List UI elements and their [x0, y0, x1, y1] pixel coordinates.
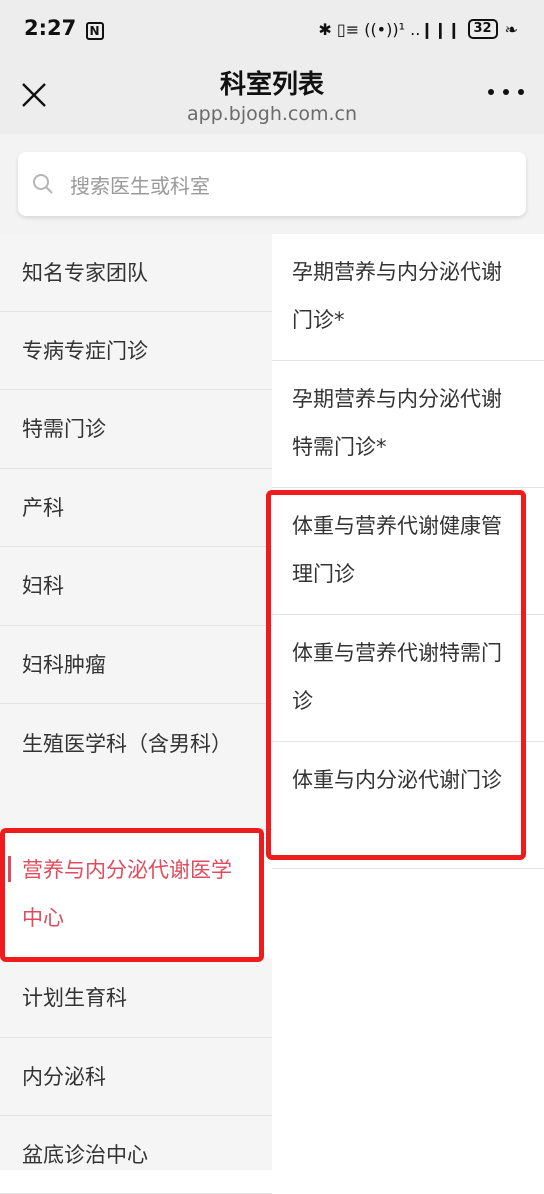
- department-label: 孕期营养与内分泌代谢特需门诊*: [292, 387, 502, 459]
- department-item[interactable]: 体重与营养代谢特需门诊: [272, 615, 544, 742]
- category-label: 专病专症门诊: [22, 339, 148, 363]
- category-item-reproductive[interactable]: 生殖医学科（含男科）: [0, 704, 272, 830]
- category-item-gyn-oncology[interactable]: 妇科肿瘤: [0, 626, 272, 704]
- department-label: 孕期营养与内分泌代谢门诊*: [292, 260, 502, 332]
- status-time: 2:27: [24, 16, 77, 40]
- notification-icon: N: [85, 22, 104, 40]
- category-item-pelvic-floor[interactable]: 盆底诊治中心: [0, 1116, 272, 1194]
- status-icons: ✱ ▯≡ ((•))¹ ..❙❙❙ 32 ❧: [318, 19, 518, 39]
- category-label: 特需门诊: [22, 417, 106, 441]
- active-indicator: [8, 856, 11, 882]
- department-item[interactable]: 体重与内分泌代谢门诊: [272, 742, 544, 869]
- category-label: 生殖医学科（含男科）: [22, 732, 232, 756]
- more-icon: [488, 89, 494, 95]
- category-item-famous-experts[interactable]: 知名专家团队: [0, 234, 272, 312]
- search-icon: [33, 174, 53, 194]
- category-label: 知名专家团队: [22, 261, 148, 285]
- department-list: 孕期营养与内分泌代谢门诊* 孕期营养与内分泌代谢特需门诊* 体重与营养代谢健康管…: [272, 234, 544, 1170]
- department-item[interactable]: 体重与营养代谢健康管理门诊: [272, 488, 544, 615]
- category-label: 计划生育科: [22, 986, 127, 1010]
- department-label: 体重与营养代谢特需门诊: [292, 641, 502, 713]
- more-button[interactable]: [488, 84, 524, 100]
- search-placeholder: 搜索医生或科室: [70, 174, 210, 198]
- category-item-gynecology[interactable]: 妇科: [0, 547, 272, 626]
- search-input[interactable]: 搜索医生或科室: [18, 152, 526, 216]
- category-item-endocrinology[interactable]: 内分泌科: [0, 1038, 272, 1116]
- page-title: 科室列表: [219, 70, 324, 100]
- battery-icon: 32: [467, 19, 498, 39]
- category-item-family-planning[interactable]: 计划生育科: [0, 958, 272, 1038]
- category-label: 盆底诊治中心: [22, 1143, 148, 1167]
- category-label: 妇科肿瘤: [22, 653, 106, 677]
- department-category-list: 知名专家团队 专病专症门诊 特需门诊 产科 妇科 妇科肿瘤 生殖医学科（含男科）…: [0, 234, 272, 1194]
- department-label: 体重与营养代谢健康管理门诊: [292, 514, 502, 586]
- department-item[interactable]: 孕期营养与内分泌代谢特需门诊*: [272, 361, 544, 488]
- category-label: 营养与内分泌代谢医学中心: [22, 858, 232, 930]
- search-zone: 搜索医生或科室: [0, 134, 544, 234]
- page-url: app.bjogh.com.cn: [186, 103, 358, 125]
- category-label: 产科: [22, 496, 64, 520]
- status-bar: 2:27 N ✱ ▯≡ ((•))¹ ..❙❙❙ 32 ❧: [0, 0, 544, 62]
- nav-bar: 科室列表 app.bjogh.com.cn: [0, 62, 544, 134]
- department-item[interactable]: 孕期营养与内分泌代谢门诊*: [272, 234, 544, 361]
- category-item-nutrition-endocrine[interactable]: 营养与内分泌代谢医学中心: [0, 830, 272, 958]
- category-item-specialty-clinic[interactable]: 专病专症门诊: [0, 312, 272, 390]
- category-label: 内分泌科: [22, 1065, 106, 1089]
- category-item-obstetrics[interactable]: 产科: [0, 469, 272, 547]
- category-item-special-clinic[interactable]: 特需门诊: [0, 390, 272, 469]
- leaf-icon: ❧: [504, 19, 518, 39]
- department-label: 体重与内分泌代谢门诊: [292, 768, 502, 792]
- signal-icons: ✱ ▯≡ ((•))¹ ..❙❙❙: [318, 19, 461, 39]
- category-label: 妇科: [22, 574, 64, 598]
